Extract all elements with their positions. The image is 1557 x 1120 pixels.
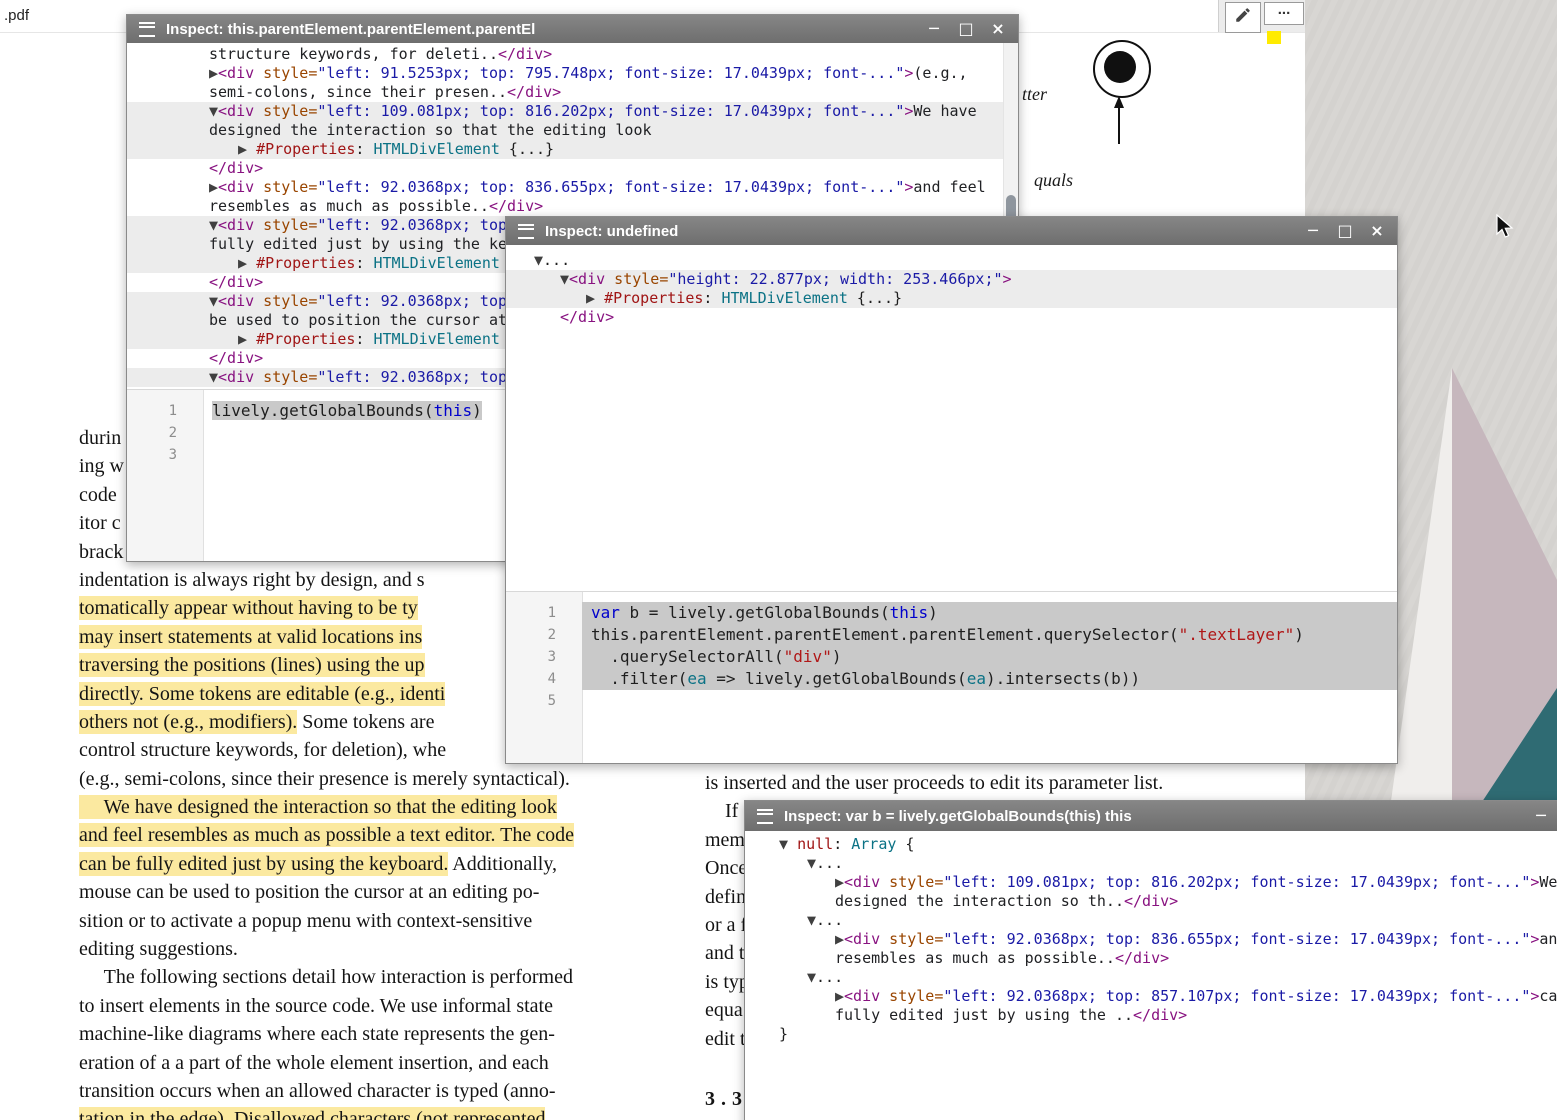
line[interactable]: ▶<div style="left: 109.081px; top: 816.2… xyxy=(745,873,1557,892)
line[interactable]: 5 xyxy=(506,690,1397,712)
line: eration of a a part of the whole element… xyxy=(79,1049,679,1077)
line[interactable]: ▼... xyxy=(745,968,1557,987)
line-number: 1 xyxy=(506,602,582,624)
window-title: Inspect: undefined xyxy=(545,223,678,240)
maximize-button[interactable]: □ xyxy=(958,21,974,37)
line: can be fully edited just by using the ke… xyxy=(79,850,679,878)
line[interactable]: designed the interaction so th..</div> xyxy=(745,892,1557,911)
line[interactable]: ▶<div style="left: 92.0368px; top: 857.1… xyxy=(745,987,1557,1006)
line-number: 4 xyxy=(506,668,582,690)
line[interactable]: semi-colons, since their presen..</div> xyxy=(127,83,1018,102)
yellow-annotation-marker[interactable] xyxy=(1267,31,1281,44)
menu-icon[interactable] xyxy=(139,22,155,37)
line: sition or to activate a popup menu with … xyxy=(79,907,679,935)
line[interactable]: ▶<div style="left: 92.0368px; top: 836.6… xyxy=(127,178,1018,197)
line[interactable]: 2this.parentElement.parentElement.parent… xyxy=(506,624,1397,646)
line-number: 2 xyxy=(127,422,203,444)
diagram-end-event-circle xyxy=(1093,40,1151,98)
line[interactable]: </div> xyxy=(506,308,1397,327)
line: The following sections detail how intera… xyxy=(79,963,679,991)
line[interactable]: ▼... xyxy=(506,251,1397,270)
section-heading-number: 3.3 xyxy=(705,1088,748,1111)
line: mouse can be used to position the cursor… xyxy=(79,878,679,906)
line: tation in the edge). Disallowed characte… xyxy=(79,1105,679,1120)
close-button[interactable]: × xyxy=(990,21,1006,37)
menu-icon[interactable] xyxy=(518,224,534,239)
line: to insert elements in the source code. W… xyxy=(79,992,679,1020)
more-options-button[interactable]: ... xyxy=(1264,2,1304,25)
line[interactable]: ▼<div style="left: 109.081px; top: 816.2… xyxy=(127,102,1018,121)
maximize-button[interactable]: □ xyxy=(1337,223,1353,239)
diagram-arrow xyxy=(1108,94,1130,151)
close-button[interactable]: × xyxy=(1369,223,1385,239)
diagram-end-event-fill xyxy=(1104,51,1136,83)
line[interactable]: structure keywords, for deleti..</div> xyxy=(127,45,1018,64)
line[interactable]: ▼<div style="height: 22.877px; width: 25… xyxy=(506,270,1397,289)
line-number: 2 xyxy=(506,624,582,646)
pdf-tab-title: .pdf xyxy=(4,7,29,24)
line: We have designed the interaction so that… xyxy=(79,793,679,821)
inspector-window-3: Inspect: var b = lively.getGlobalBounds(… xyxy=(744,800,1557,1120)
inspector-window-2: Inspect: undefined ─ □ × ▼...▼<div style… xyxy=(505,216,1398,764)
line-number: 5 xyxy=(506,690,582,712)
window-title: Inspect: this.parentElement.parentElemen… xyxy=(166,21,535,38)
line[interactable]: fully edited just by using the ..</div> xyxy=(745,1006,1557,1025)
window-titlebar[interactable]: Inspect: this.parentElement.parentElemen… xyxy=(127,15,1018,43)
window-title: Inspect: var b = lively.getGlobalBounds(… xyxy=(784,808,1132,825)
minimize-button[interactable]: ─ xyxy=(1305,223,1321,239)
minimize-button[interactable]: ─ xyxy=(1533,808,1549,824)
line[interactable]: ▶ #Properties: HTMLDivElement {...} xyxy=(127,140,1018,159)
line[interactable]: ▼... xyxy=(745,854,1557,873)
line: (e.g., semi-colons, since their presence… xyxy=(79,765,679,793)
line: editing suggestions. xyxy=(79,935,679,963)
line: transition occurs when an allowed charac… xyxy=(79,1077,679,1105)
dom-tree[interactable]: ▼...▼<div style="height: 22.877px; width… xyxy=(506,245,1397,597)
line: machine-like diagrams where each state r… xyxy=(79,1020,679,1048)
line-number: 1 xyxy=(127,400,203,422)
line[interactable]: ▼ null: Array { xyxy=(745,835,1557,854)
diagram-label-bottom: quals xyxy=(1034,170,1073,191)
line[interactable]: resembles as much as possible..</div> xyxy=(127,197,1018,216)
line[interactable]: designed the interaction so that the edi… xyxy=(127,121,1018,140)
line[interactable]: 3 .querySelectorAll("div") xyxy=(506,646,1397,668)
window-titlebar[interactable]: Inspect: var b = lively.getGlobalBounds(… xyxy=(745,801,1557,831)
line: and feel resembles as much as possible a… xyxy=(79,821,679,849)
line[interactable]: 1var b = lively.getGlobalBounds(this) xyxy=(506,602,1397,624)
line[interactable]: resembles as much as possible..</div> xyxy=(745,949,1557,968)
line[interactable]: </div> xyxy=(127,159,1018,178)
line-number: 3 xyxy=(506,646,582,668)
line: is inserted and the user proceeds to edi… xyxy=(705,769,1305,797)
line[interactable]: ▼... xyxy=(745,911,1557,930)
pencil-icon xyxy=(1234,6,1252,29)
screen: .pdf ... tter quals durining wcodeitor c… xyxy=(0,0,1557,1120)
object-tree[interactable]: ▼ null: Array {▼...▶<div style="left: 10… xyxy=(745,831,1557,1120)
line[interactable]: ▶<div style="left: 91.5253px; top: 795.7… xyxy=(127,64,1018,83)
menu-icon[interactable] xyxy=(757,809,773,824)
mouse-cursor xyxy=(1495,214,1517,245)
line[interactable]: ▶ #Properties: HTMLDivElement {...} xyxy=(506,289,1397,308)
diagram-label-top: tter xyxy=(1022,84,1047,105)
window-titlebar[interactable]: Inspect: undefined ─ □ × xyxy=(506,217,1397,245)
code-editor[interactable]: 1var b = lively.getGlobalBounds(this)2th… xyxy=(506,591,1397,763)
line[interactable]: 4 .filter(ea => lively.getGlobalBounds(e… xyxy=(506,668,1397,690)
line[interactable]: ▶<div style="left: 92.0368px; top: 836.6… xyxy=(745,930,1557,949)
line[interactable]: } xyxy=(745,1025,1557,1044)
line-number: 3 xyxy=(127,444,203,466)
edit-annotation-button[interactable] xyxy=(1225,2,1261,33)
minimize-button[interactable]: ─ xyxy=(926,21,942,37)
